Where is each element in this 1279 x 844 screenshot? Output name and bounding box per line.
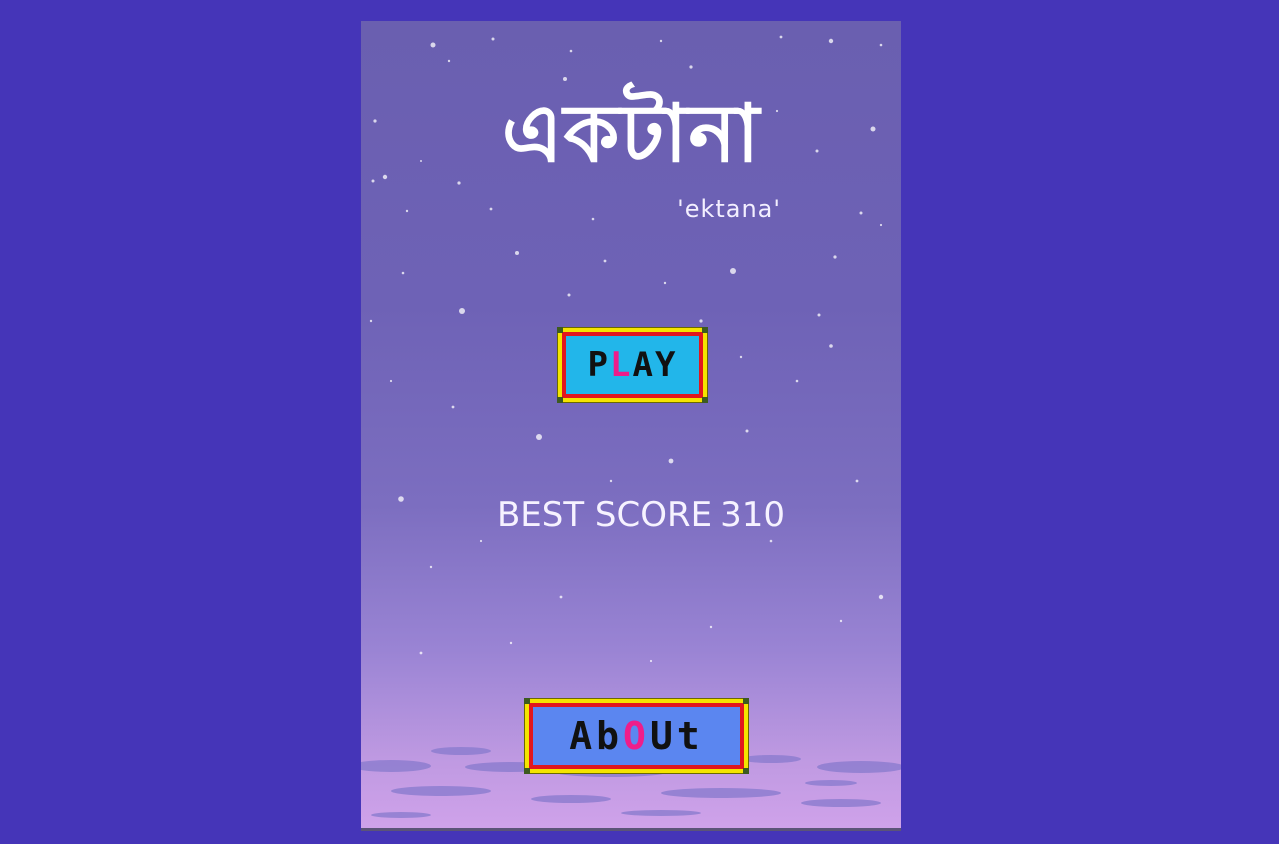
button-corner-decoration — [743, 768, 749, 774]
game-title: একটানা — [501, 87, 761, 180]
best-score-display: BEST SCORE 310 — [361, 495, 901, 535]
about-button[interactable]: Ab O Ut — [524, 698, 749, 774]
play-label-first: P — [587, 345, 611, 385]
button-corner-decoration — [557, 397, 563, 403]
best-score-label: BEST SCORE — [496, 495, 713, 535]
play-button[interactable]: P L AY — [557, 327, 708, 403]
game-canvas: একটানা 'ektana' P L AY BEST SCORE 310 Ab O Ut — [361, 21, 901, 831]
button-corner-decoration — [702, 327, 708, 333]
play-button-border: P L AY — [562, 332, 703, 398]
best-score-value: 310 — [720, 495, 786, 535]
button-corner-decoration — [702, 397, 708, 403]
button-corner-decoration — [743, 698, 749, 704]
about-button-border: Ab O Ut — [529, 703, 744, 769]
about-label-accent: O — [623, 714, 650, 758]
button-corner-decoration — [524, 698, 530, 704]
game-subtitle: 'ektana' — [677, 195, 781, 223]
about-label-rest: Ut — [649, 714, 704, 758]
play-label-rest: AY — [632, 345, 678, 385]
button-corner-decoration — [524, 768, 530, 774]
play-button-label: P L AY — [566, 336, 699, 394]
about-button-label: Ab O Ut — [533, 707, 740, 765]
button-corner-decoration — [557, 327, 563, 333]
play-label-accent: L — [610, 345, 633, 385]
about-label-first: Ab — [569, 714, 624, 758]
